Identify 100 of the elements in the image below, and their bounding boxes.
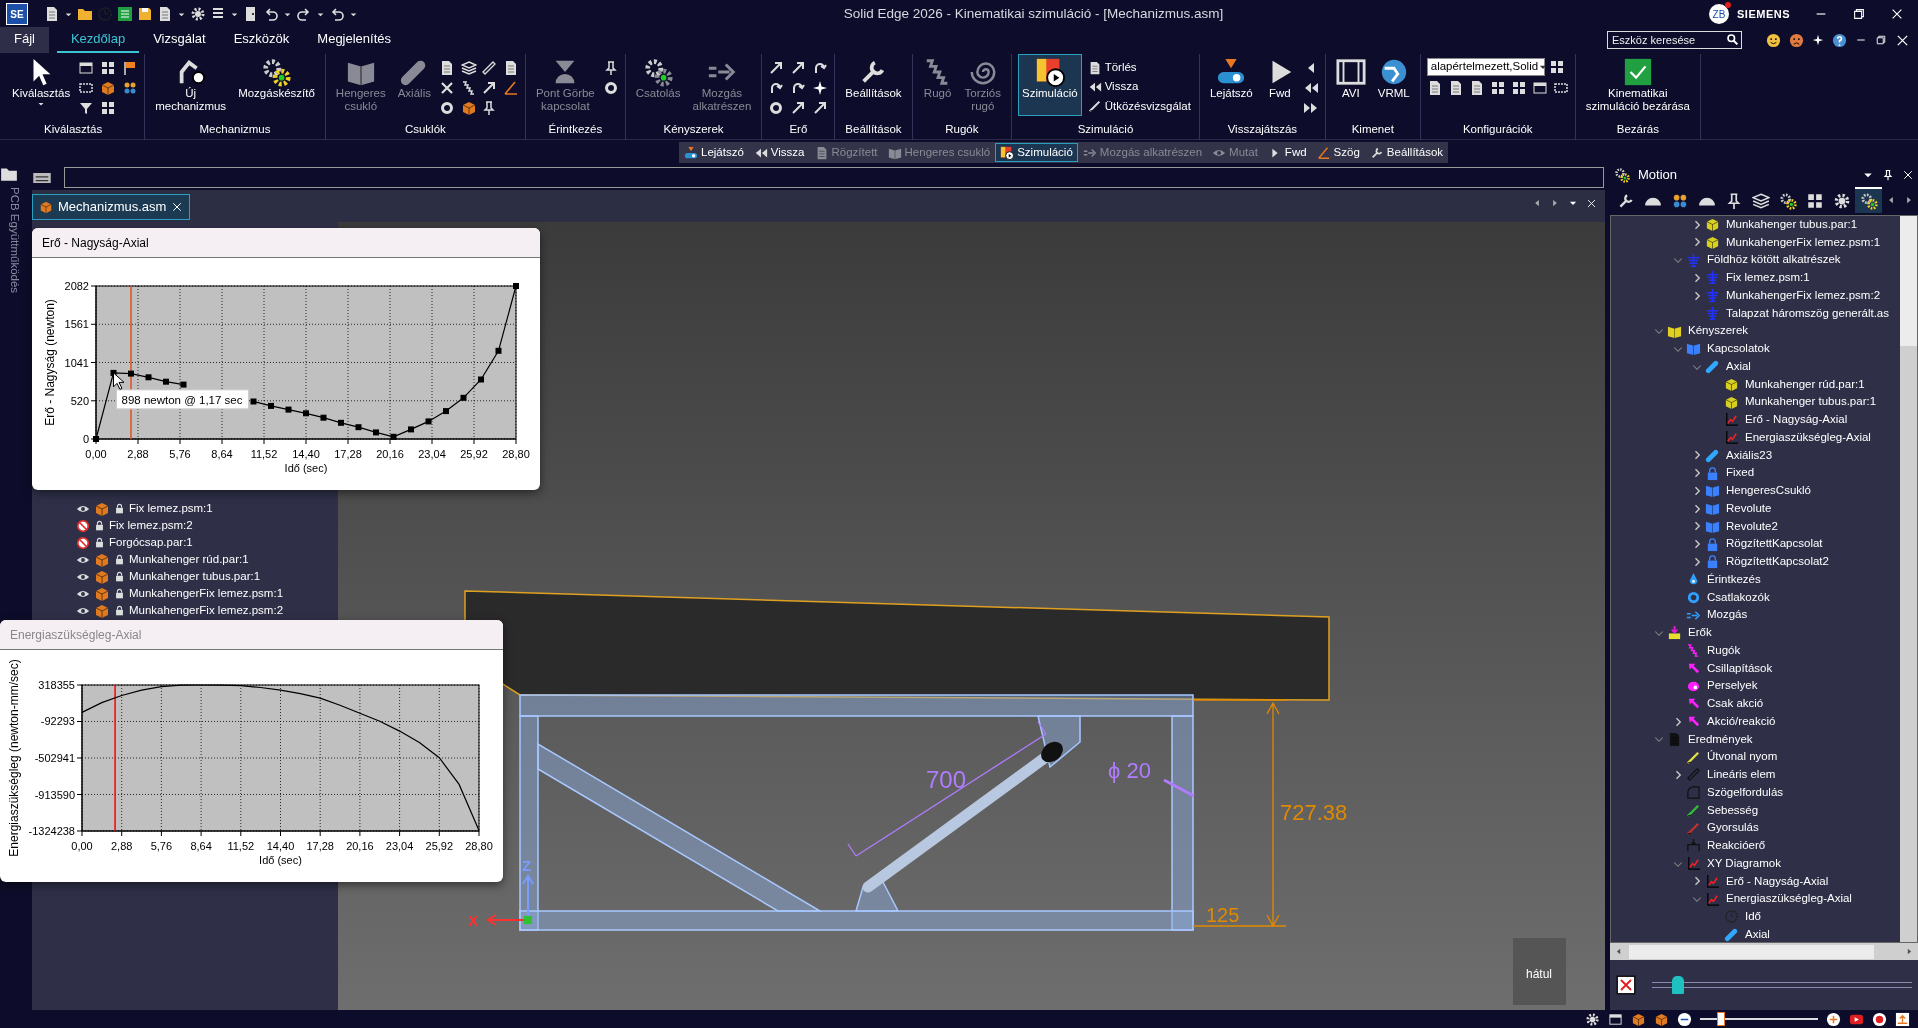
- tooltip: 898 newton @ 1,17 sec: [116, 389, 249, 410]
- ribbon-button[interactable]: Vissza: [1085, 77, 1193, 97]
- tree-item[interactable]: Földhöz kötött alkatrészek: [1707, 251, 1841, 269]
- menu-tab[interactable]: Vizsgálat: [139, 27, 220, 53]
- tree-item[interactable]: Munkahenger tubus.par:1: [129, 567, 261, 586]
- tree-item[interactable]: Munkahenger rúd.par:1: [1745, 375, 1865, 393]
- ribbon-button[interactable]: Ütközésvizsgálat: [1085, 96, 1193, 116]
- tree-item[interactable]: Revolute2: [1726, 517, 1778, 535]
- tree-item[interactable]: Fix lemez.psm:1: [1726, 269, 1810, 287]
- menu-tab[interactable]: Eszközök: [219, 27, 304, 53]
- tree-item[interactable]: Reakcióerő: [1707, 837, 1766, 855]
- view-cube[interactable]: hátul: [1513, 938, 1566, 1005]
- tree-item[interactable]: Mozgás: [1707, 606, 1748, 624]
- tick-label: 25,92: [425, 840, 454, 852]
- tree-item[interactable]: Lineáris elem: [1707, 766, 1776, 784]
- ribbon-button[interactable]: Fwd: [1260, 54, 1299, 116]
- toolbar-button[interactable]: Fwd: [1262, 142, 1312, 163]
- group-label: Szimuláció: [1076, 121, 1135, 137]
- document-tab[interactable]: Mechanizmus.asm: [32, 194, 191, 220]
- tree-item[interactable]: MunkahengerFix lemez.psm:2: [1726, 286, 1881, 305]
- window-title: Energiaszükségleg-Axial: [10, 626, 142, 644]
- tree-item[interactable]: RögzítettKapcsolat2: [1726, 553, 1829, 571]
- tick-label: 520: [70, 394, 89, 407]
- tree-item[interactable]: HengeresCsukló: [1726, 482, 1811, 500]
- dimension-label: 727.38: [1280, 800, 1348, 825]
- tree-item[interactable]: Energiaszükségleg-Axial: [1726, 890, 1852, 908]
- tree-item[interactable]: Eredmények: [1688, 730, 1753, 748]
- axis-label: Z: [522, 857, 532, 874]
- tick-label: 2082: [64, 280, 89, 292]
- tree-item[interactable]: Útvonal nyom: [1707, 748, 1778, 766]
- tree-item[interactable]: Axial: [1726, 357, 1751, 376]
- toolbar-button[interactable]: Szimuláció: [995, 142, 1078, 163]
- tree-item[interactable]: Munkahenger tubus.par:1: [1726, 215, 1858, 234]
- tick-label: 17,28: [334, 448, 362, 460]
- menu-tab[interactable]: Kezdőlap: [56, 27, 140, 53]
- group-label: Konfigurációk: [1461, 121, 1534, 137]
- tree-item[interactable]: Forgócsap.par:1: [109, 533, 193, 552]
- tick-label: -502941: [34, 752, 75, 764]
- tree-item[interactable]: Kapcsolatok: [1707, 340, 1770, 358]
- group-label: Csuklók: [403, 121, 447, 137]
- side-tab[interactable]: PCB Együttműködés: [6, 187, 24, 294]
- axis-label: X: [468, 912, 478, 929]
- tree-item[interactable]: Erők: [1688, 624, 1712, 642]
- tree-item[interactable]: Perselyek: [1707, 677, 1758, 695]
- toolbar-button[interactable]: Lejátszó: [679, 142, 749, 163]
- tree-item[interactable]: Idő: [1745, 908, 1761, 926]
- configuration-dropdown[interactable]: alapértelmezett,Solid: [1426, 58, 1545, 76]
- tick-label: -1324238: [28, 825, 75, 837]
- tree-item[interactable]: Fix lemez.psm:2: [109, 516, 193, 535]
- tree-item[interactable]: XY Diagramok: [1707, 854, 1781, 873]
- tree-item[interactable]: Energiaszükségleg-Axial: [1745, 428, 1871, 447]
- tree-item[interactable]: Munkahenger tubus.par:1: [1745, 393, 1877, 411]
- file-menu[interactable]: Fájl: [0, 27, 49, 53]
- tree-item[interactable]: MunkahengerFix lemez.psm:2: [129, 601, 284, 620]
- tree-item[interactable]: Kényszerek: [1688, 322, 1749, 340]
- ribbon-button[interactable]: Beállítások: [841, 54, 906, 116]
- toolbar-button[interactable]: Vissza: [748, 142, 810, 163]
- tree-item[interactable]: RögzítettKapcsolat: [1726, 535, 1823, 553]
- brand-name: SIEMENS: [1737, 6, 1790, 22]
- tree-item[interactable]: Talapzat háromszög generált.as: [1726, 304, 1889, 322]
- tree-item[interactable]: Gyorsulás: [1707, 819, 1759, 837]
- ribbon-button[interactable]: Mozgáskészítő: [234, 54, 319, 116]
- tree-item[interactable]: Csatlakozók: [1707, 588, 1770, 606]
- tree-item[interactable]: Fixed: [1726, 464, 1755, 482]
- tree-item[interactable]: Csillapítások: [1707, 659, 1773, 677]
- search-field[interactable]: Eszköz keresése: [1607, 31, 1742, 49]
- tree-item[interactable]: Sebesség: [1707, 801, 1759, 819]
- menu-tab[interactable]: Megjelenítés: [303, 27, 406, 53]
- ribbon-button[interactable]: Kiválasztás: [8, 54, 75, 116]
- tree-item[interactable]: Erő - Nagyság-Axial: [1745, 411, 1848, 429]
- ribbon-button[interactable]: Kinematikai szimuláció bezárása: [1581, 54, 1694, 116]
- tick-label: 28,80: [465, 840, 493, 852]
- app-logo[interactable]: SE: [6, 3, 28, 25]
- window-title: Solid Edge 2026 - Kinematikai szimuláció - [Mechanizmus.asm]: [843, 5, 1224, 21]
- ribbon-button[interactable]: Lejátszó: [1205, 54, 1257, 116]
- toolbar-button[interactable]: Szög: [1311, 142, 1365, 163]
- axis-title: Idő (sec): [284, 462, 328, 474]
- ribbon-button[interactable]: Szimuláció: [1018, 54, 1082, 116]
- tree-item[interactable]: Rugók: [1707, 641, 1741, 660]
- tree-item[interactable]: MunkahengerFix lemez.psm:1: [129, 584, 284, 603]
- tree-item[interactable]: MunkahengerFix lemez.psm:1: [1726, 233, 1881, 251]
- tree-item[interactable]: Érintkezés: [1707, 570, 1761, 589]
- tree-item[interactable]: Szögelfordulás: [1707, 783, 1784, 802]
- tree-item[interactable]: Revolute: [1726, 499, 1772, 518]
- ribbon-button[interactable]: AVI: [1331, 54, 1370, 116]
- tick-label: 23,04: [385, 840, 414, 852]
- ribbon-button[interactable]: VRML: [1373, 54, 1414, 116]
- tree-item[interactable]: Munkahenger rúd.par:1: [129, 550, 249, 569]
- tree-item[interactable]: Csak akció: [1707, 695, 1764, 713]
- tree-item[interactable]: Axiális23: [1726, 446, 1773, 464]
- ribbon-button[interactable]: Törlés: [1085, 58, 1193, 78]
- ribbon-button[interactable]: Új mechanizmus: [151, 54, 231, 116]
- tree-item[interactable]: Erő - Nagyság-Axial: [1726, 872, 1829, 890]
- tree-item[interactable]: Axial: [1745, 925, 1770, 944]
- tick-label: 5,76: [150, 840, 173, 852]
- tree-item[interactable]: Fix lemez.psm:1: [129, 499, 213, 518]
- dimension-label: ϕ 20: [1108, 758, 1151, 783]
- toolbar-button[interactable]: Beállítások: [1364, 142, 1449, 163]
- tree-item[interactable]: Akció/reakció: [1707, 712, 1776, 731]
- user-avatar[interactable]: ZB: [1709, 4, 1729, 24]
